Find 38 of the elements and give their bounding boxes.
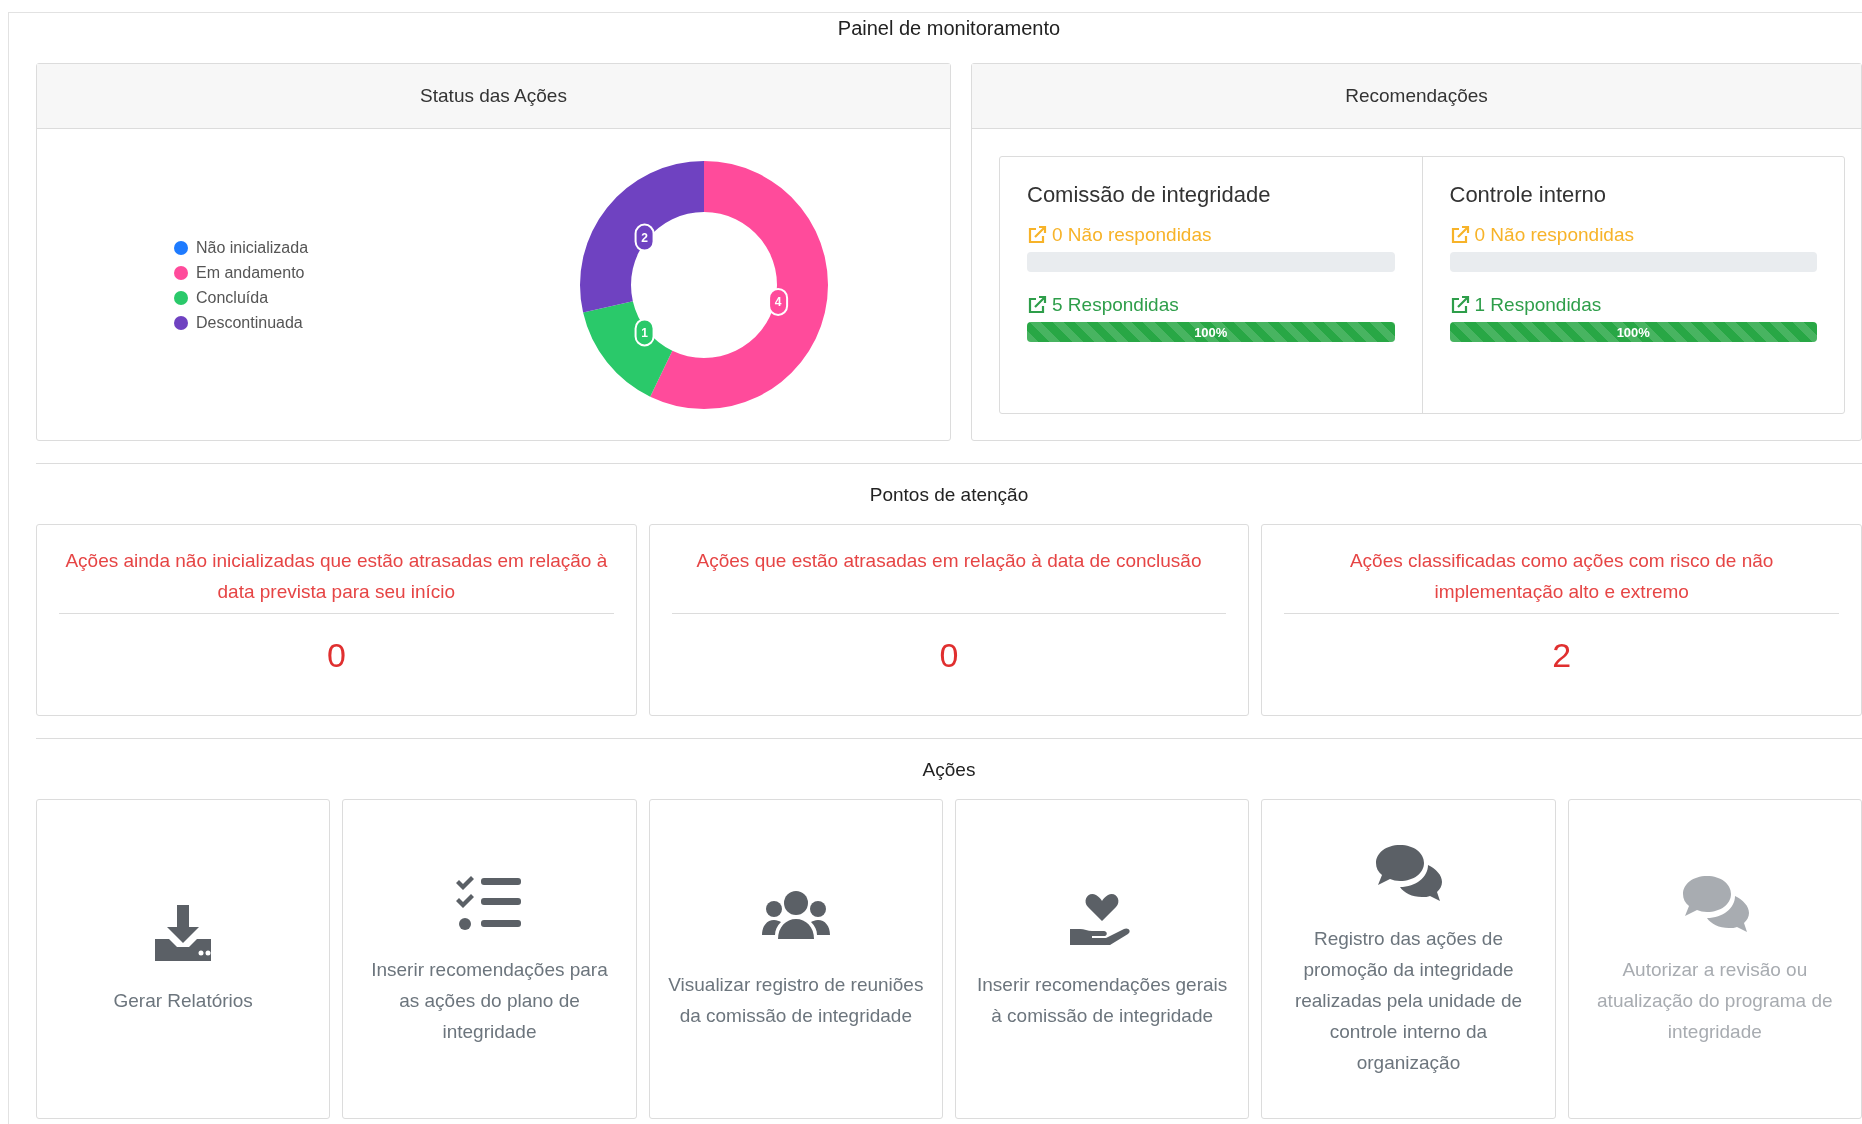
action-label: Inserir recomendações para as ações do plano de integridade: [370, 957, 609, 1044]
group-title: Comissão de integridade: [1027, 182, 1272, 208]
action-label: Inserir recomendações gerais à comissão de integridade: [976, 973, 1229, 1028]
action-card[interactable]: Gerar Relatórios: [36, 799, 331, 1119]
action-card[interactable]: Inserir recomendações gerais à comissão de integridade: [955, 799, 1250, 1119]
progress-reading: 100%: [1616, 324, 1650, 340]
section-title: Pontos de atenção: [868, 484, 1030, 506]
data-label: 4: [768, 287, 789, 316]
data-label: 1: [634, 318, 655, 347]
action-card[interactable]: Inserir recomendações para as ações do plano de integridade: [342, 799, 637, 1119]
group-title: Controle interno: [1449, 182, 1608, 208]
action-label: Registro das ações de promoção da integridade realizadas pela unidade de controle interno da organização: [1293, 926, 1524, 1075]
card-header: Recomendações: [972, 64, 1861, 129]
attention-text: Ações que estão atrasadas em relação à data de conclusão: [695, 549, 1203, 573]
action-label: Gerar Relatórios: [113, 988, 253, 1013]
legend-label: Não inicializada: [196, 238, 309, 257]
data-label: 1: [641, 325, 649, 340]
section-title: Ações: [921, 759, 977, 781]
action-label: Visualizar registro de reuniões da comissão de integridade: [667, 973, 924, 1028]
attention-count: 0: [938, 636, 960, 675]
legend-label: Descontinuada: [196, 313, 303, 332]
action-card[interactable]: Visualizar registro de reuniões da comissão de integridade: [648, 799, 943, 1119]
data-label: 2: [641, 231, 649, 246]
recommendation-link[interactable]: 5 Respondidas: [1052, 294, 1179, 316]
card-header: Status das Ações: [37, 64, 950, 129]
progress-reading: 100%: [1194, 324, 1228, 340]
legend-label: Concluída: [196, 288, 269, 307]
attention-count: 2: [1551, 636, 1573, 675]
attention-text: Ações classificadas como ações com risco de não implementação alto e extremo: [1348, 549, 1775, 604]
action-label: Autorizar a revisão ou atualização do programa de integridade: [1596, 957, 1834, 1044]
page-title: Painel de monitoramento: [836, 17, 1062, 39]
data-label: 4: [774, 295, 782, 310]
recommendation-link[interactable]: 1 Respondidas: [1474, 294, 1602, 316]
action-card[interactable]: Registro das ações de promoção da integridade realizadas pela unidade de controle interno da organização: [1261, 799, 1556, 1119]
attention-text: Ações ainda não inicializadas que estão atrasadas em relação à data prevista para seu início: [64, 549, 609, 604]
data-label: 2: [634, 223, 655, 252]
attention-count: 0: [325, 636, 347, 675]
legend-label: Em andamento: [196, 263, 305, 282]
